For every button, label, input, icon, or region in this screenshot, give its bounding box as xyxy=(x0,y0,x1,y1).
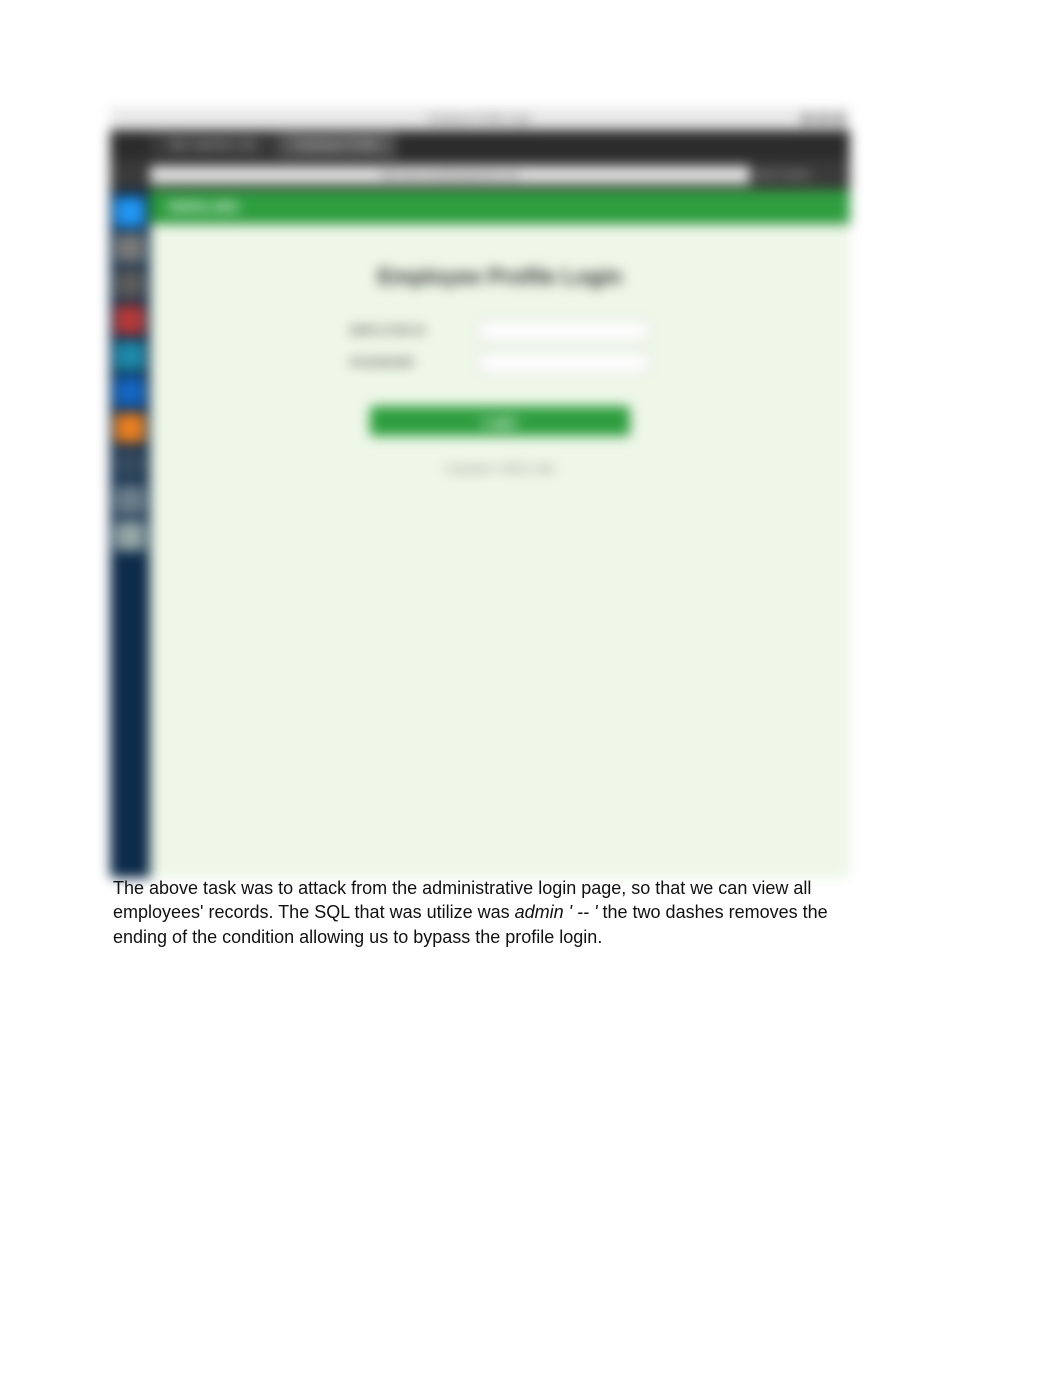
launcher-sidebar xyxy=(110,190,150,878)
files-icon[interactable] xyxy=(115,233,145,263)
caption-text: the two dashes removes the xyxy=(598,902,828,922)
bookmarks-label[interactable]: Most Visited xyxy=(756,170,810,181)
address-field[interactable]: http://www.seedlabsqlinjection.com xyxy=(150,166,750,184)
caption-paragraph: The above task was to attack from the ad… xyxy=(113,876,848,949)
close-icon[interactable] xyxy=(834,114,844,124)
app-screenshot: Employee Profile Login SQL Injection Lab… xyxy=(110,108,850,878)
monitor-icon[interactable] xyxy=(115,485,145,515)
employee-id-field[interactable] xyxy=(478,320,650,342)
maximize-icon[interactable] xyxy=(818,114,828,124)
page-header: SEEDLABS xyxy=(150,190,850,224)
home-icon[interactable] xyxy=(115,197,145,227)
tab-label: SQL Injection Lab xyxy=(168,139,255,151)
brand-label: SEEDLABS xyxy=(168,199,239,214)
caption-text: employees' records. The SQL that was uti… xyxy=(113,902,515,922)
settings-icon[interactable] xyxy=(115,449,145,479)
employee-id-label: EMPLOYEE ID xyxy=(350,325,470,337)
browser-tabbar: SQL Injection Lab Employee Profile xyxy=(110,130,850,160)
tab-label: Employee Profile xyxy=(295,139,378,151)
tab-item[interactable]: Employee Profile xyxy=(277,133,396,157)
tab-item[interactable]: SQL Injection Lab xyxy=(150,133,273,157)
trash-icon[interactable] xyxy=(115,521,145,551)
login-title: Employee Profile Login xyxy=(350,264,650,290)
password-field[interactable] xyxy=(478,352,650,374)
browser-addressbar: http://www.seedlabsqlinjection.com Most … xyxy=(110,160,850,190)
browser-icon[interactable] xyxy=(115,377,145,407)
terminal-icon[interactable] xyxy=(115,305,145,335)
address-text: http://www.seedlabsqlinjection.com xyxy=(380,170,520,180)
login-card: Employee Profile Login EMPLOYEE ID PASSW… xyxy=(350,264,650,475)
login-button[interactable]: Login xyxy=(370,406,630,436)
minimize-icon[interactable] xyxy=(802,114,812,124)
edit-icon[interactable] xyxy=(115,269,145,299)
caption-sql: admin ' -- ' xyxy=(515,902,598,922)
window-titlebar: Employee Profile Login xyxy=(110,108,850,130)
employee-id-row: EMPLOYEE ID xyxy=(350,320,650,342)
caption-text: ending of the condition allowing us to b… xyxy=(113,927,602,947)
caption-text: The above task was to attack from the ad… xyxy=(113,878,811,898)
window-title: Employee Profile Login xyxy=(429,114,532,125)
page-content: SEEDLABS Employee Profile Login EMPLOYEE… xyxy=(150,190,850,878)
password-row: PASSWORD xyxy=(350,352,650,374)
network-icon[interactable] xyxy=(115,341,145,371)
firefox-icon[interactable] xyxy=(115,413,145,443)
password-label: PASSWORD xyxy=(350,357,470,369)
window-controls xyxy=(802,114,844,124)
copyright-text: Copyright © SEED LABs xyxy=(350,464,650,475)
